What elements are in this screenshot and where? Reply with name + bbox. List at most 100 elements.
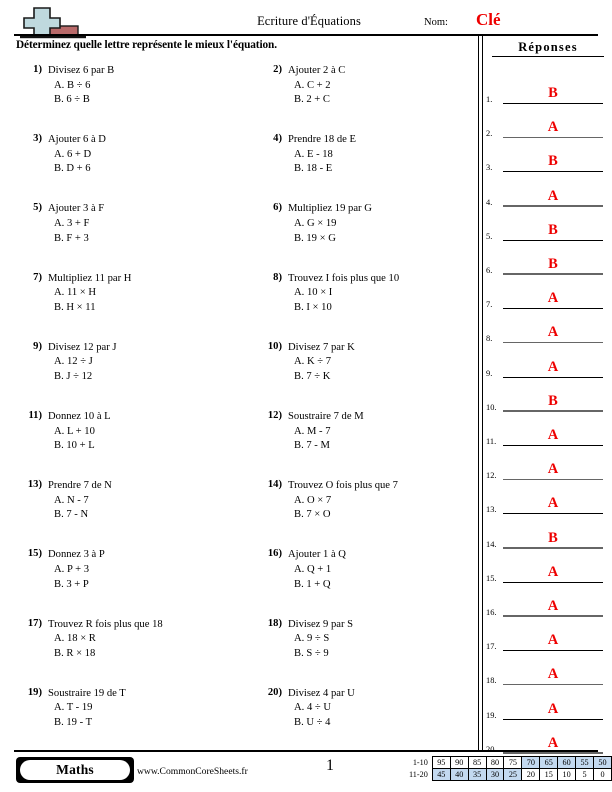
choice-b[interactable]: B. S ÷ 9 (288, 647, 478, 662)
name-value: Clé (476, 10, 501, 29)
answer-blank-line[interactable] (503, 478, 603, 481)
question-prompt: Trouvez O fois plus que 7 (288, 480, 398, 492)
answer-row: 8. A (486, 311, 604, 344)
choice-a[interactable]: A. K ÷ 7 (288, 355, 478, 370)
score-cell: 45 (431, 768, 451, 781)
choice-b[interactable]: B. 19 × G (288, 232, 478, 247)
choice-a[interactable]: A. B ÷ 6 (48, 79, 238, 94)
choice-b[interactable]: B. F + 3 (48, 232, 238, 247)
score-cell: 30 (485, 768, 505, 781)
choice-a[interactable]: A. 6 + D (48, 148, 238, 163)
choice-a[interactable]: A. G × 19 (288, 217, 478, 232)
answer-blank-line[interactable] (503, 683, 603, 686)
choice-b[interactable]: B. J ÷ 12 (48, 370, 238, 385)
choice-a[interactable]: A. 4 ÷ U (288, 701, 478, 716)
choice-a[interactable]: A. Q + 1 (288, 563, 478, 578)
answer-number: 14. (486, 539, 497, 549)
answer-blank-line[interactable] (503, 410, 603, 412)
choice-b[interactable]: B. 6 ÷ B (48, 93, 238, 108)
answer-blank-line[interactable] (503, 718, 603, 720)
question-number: 16) (267, 548, 282, 560)
answer-value: A (547, 427, 559, 443)
choice-b[interactable]: B. 3 + P (48, 578, 238, 593)
choice-b[interactable]: B. 7 ÷ K (288, 370, 478, 385)
answer-number: 19. (486, 710, 497, 720)
question-body: Donnez 3 à P A. P + 3 B. 3 + P (48, 548, 238, 592)
choice-a[interactable]: A. N - 7 (48, 494, 238, 509)
answer-row: 6. B (486, 243, 604, 275)
question-number: 2) (273, 64, 282, 75)
answer-blank-line[interactable] (503, 445, 603, 446)
choice-b[interactable]: B. 2 + C (288, 93, 478, 108)
answer-blank-line[interactable] (503, 239, 603, 241)
answer-blank-line[interactable] (503, 136, 603, 139)
question-prompt: Divisez 4 par U (288, 687, 355, 699)
answer-blank-line[interactable] (503, 308, 603, 310)
choice-b[interactable]: B. 1 + Q (288, 578, 478, 593)
choice-b[interactable]: B. D + 6 (48, 162, 238, 177)
choice-a[interactable]: A. L + 10 (48, 425, 238, 440)
answer-value: B (548, 256, 558, 272)
question-prompt: Ajouter 3 à F (48, 203, 105, 215)
question-body: Donnez 10 à L A. L + 10 B. 10 + L (48, 410, 238, 454)
choice-a[interactable]: A. E - 18 (288, 148, 478, 163)
answer-row: 14. B (486, 517, 604, 549)
answer-blank-line[interactable] (503, 650, 603, 652)
choice-b[interactable]: B. R × 18 (48, 647, 238, 662)
choice-a[interactable]: A. 12 ÷ J (48, 355, 238, 370)
choice-a[interactable]: A. 3 + F (48, 217, 238, 232)
answer-value: B (548, 85, 558, 101)
score-cell: 60 (557, 756, 577, 769)
choice-b[interactable]: B. 18 - E (288, 162, 478, 177)
choice-a[interactable]: A. P + 3 (48, 563, 238, 578)
answer-blank-line[interactable] (503, 615, 603, 617)
choice-b[interactable]: B. 19 - T (48, 716, 238, 731)
choice-b[interactable]: B. U ÷ 4 (288, 716, 478, 731)
answer-blank-line[interactable] (503, 376, 603, 378)
footer-divider (14, 750, 598, 752)
answer-number: 12. (486, 471, 497, 481)
choice-b[interactable]: B. H × 11 (48, 301, 238, 316)
question-prompt: Divisez 12 par J (48, 341, 117, 353)
subject-badge: Maths (16, 757, 134, 783)
question-number: 13) (27, 479, 42, 491)
choice-a[interactable]: A. O × 7 (288, 494, 478, 509)
answer-blank-line[interactable] (503, 103, 603, 104)
choice-a[interactable]: A. 10 × I (288, 286, 478, 301)
answer-number: 15. (486, 573, 497, 583)
answer-blank-line[interactable] (503, 513, 603, 515)
choice-a[interactable]: A. 11 × H (48, 286, 238, 301)
choice-a[interactable]: A. C + 2 (288, 79, 478, 94)
answer-blank-line[interactable] (503, 581, 603, 583)
answer-number: 17. (486, 642, 497, 652)
question-prompt: Multipliez 19 par G (288, 203, 372, 215)
choice-b[interactable]: B. I × 10 (288, 301, 478, 316)
answer-row: 5. B (486, 209, 604, 241)
answer-blank-line[interactable] (503, 752, 603, 754)
answer-blank-line[interactable] (503, 273, 603, 275)
choice-b[interactable]: B. 7 × O (288, 508, 478, 523)
answer-blank-line[interactable] (503, 341, 603, 344)
answer-blank-line[interactable] (503, 205, 603, 207)
choice-a[interactable]: A. M - 7 (288, 425, 478, 440)
choice-a[interactable]: A. 9 ÷ S (288, 632, 478, 647)
answer-row: 12. A (486, 448, 604, 481)
question-prompt: Trouvez I fois plus que 10 (288, 272, 400, 284)
choice-a[interactable]: A. 18 × R (48, 632, 238, 647)
answer-number: 1. (486, 95, 493, 104)
choice-b[interactable]: B. 10 + L (48, 439, 238, 454)
answer-row: 10. B (486, 380, 604, 412)
answer-number: 7. (486, 300, 493, 310)
choice-b[interactable]: B. 7 - N (48, 508, 238, 523)
answer-blank-line[interactable] (503, 547, 603, 549)
answer-row: 19. A (486, 688, 604, 720)
answer-value: A (547, 187, 559, 204)
question-prompt: Divisez 7 par K (288, 341, 355, 353)
answer-value: A (547, 598, 559, 614)
choice-b[interactable]: B. 7 - M (288, 439, 478, 454)
question-body: Divisez 6 par B A. B ÷ 6 B. 6 ÷ B (48, 64, 238, 108)
choice-a[interactable]: A. T - 19 (48, 701, 238, 716)
answer-blank-line[interactable] (503, 171, 603, 173)
score-cell: 80 (485, 756, 505, 769)
answer-value: A (547, 563, 559, 580)
